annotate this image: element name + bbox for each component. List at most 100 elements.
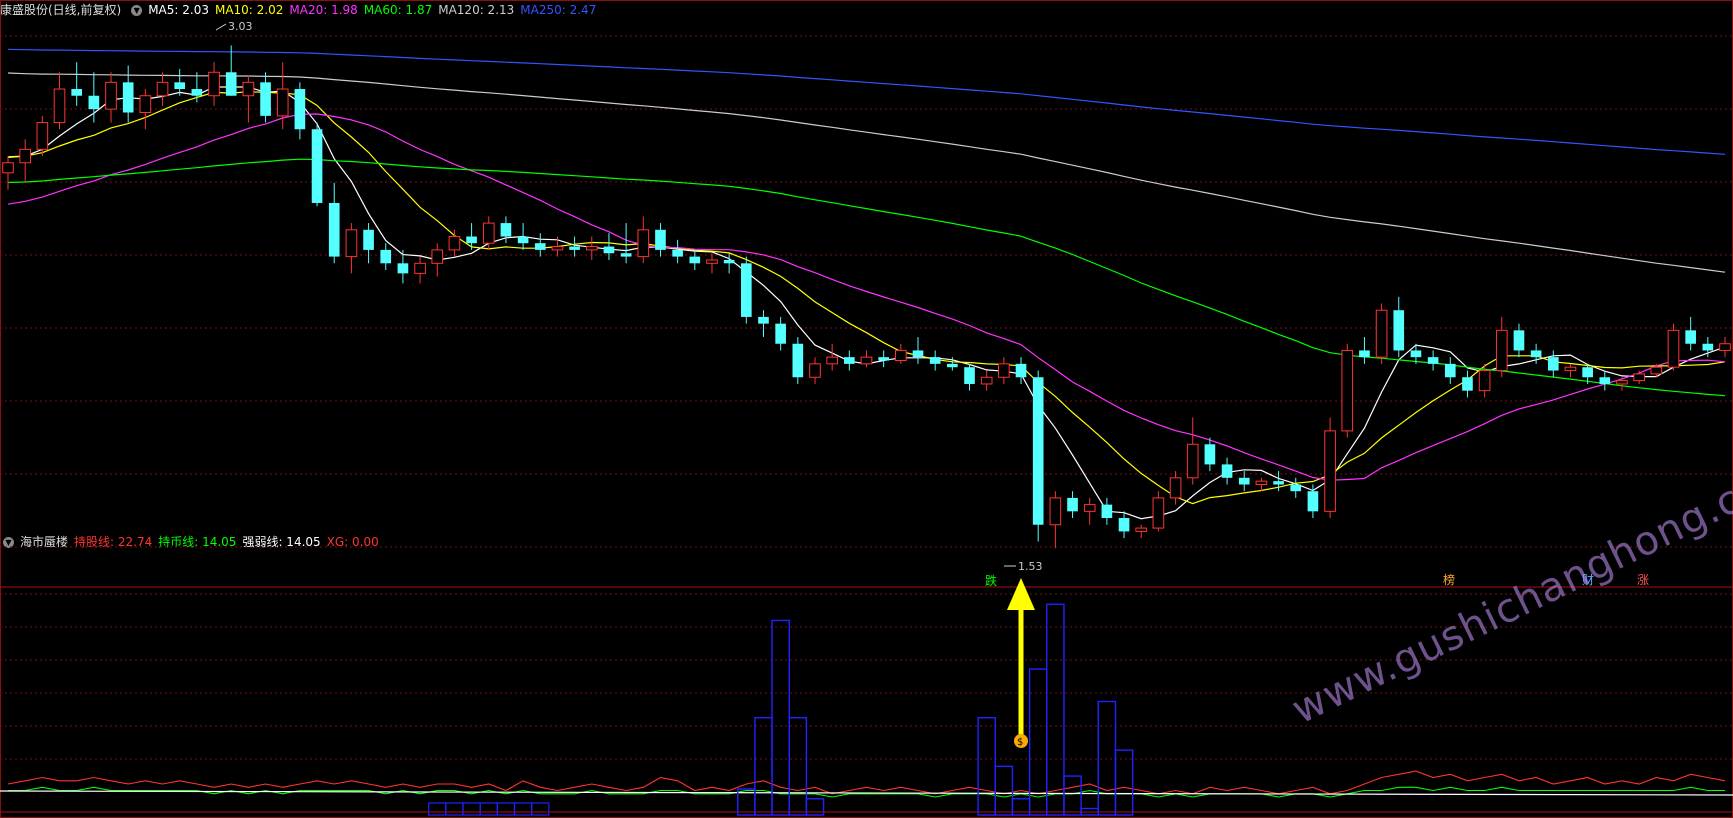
signal-zhang: 涨 [1637,572,1649,587]
candle-body [980,376,993,385]
ma-line-5 [7,86,1726,520]
candle-body [551,246,564,251]
candle-body [1341,349,1354,432]
candle-body [448,235,461,251]
candle-body [1410,350,1422,358]
strength-line [0,790,1733,796]
candle-body [1547,357,1559,371]
candle-body [603,246,615,254]
high-label: 3.03 [228,20,253,33]
candle-body [1650,366,1663,375]
candle-body [122,82,134,113]
ma-line-20 [7,113,1726,481]
chart-canvas: 3.03 1.53 跌 榜 财 涨 $ [0,0,1733,818]
stock-chart-window: 康盛股份(日线,前复权) ▼ MA5: 2.03 MA10: 2.02 MA20: 1.… [0,0,1733,818]
candle-body [637,229,650,258]
candle-body [431,249,444,264]
candle-body [1204,444,1216,465]
candle-body [1530,350,1542,358]
xg-bar [462,802,481,816]
candle-body [225,72,237,96]
candle-body [534,243,546,250]
candle-body [1324,430,1336,512]
candle-body [19,148,31,164]
candle-body [414,262,426,274]
candle-body [1582,367,1593,378]
xg-bar [1046,603,1065,816]
candle-body [1702,343,1714,351]
indicator-series [0,770,1733,798]
candle-body [1032,377,1044,525]
candle-body [1667,329,1680,368]
candle-body [276,88,289,117]
candle-body [1015,363,1027,378]
candle-body [1186,443,1199,479]
candle-body [1513,330,1525,351]
candle-body [1238,477,1250,485]
candle-body [912,350,924,358]
candle-body [1273,481,1284,485]
xg-volume-bars [428,603,1134,816]
candle-body [242,81,255,97]
candle-body [1719,343,1731,351]
xg-bar [1114,749,1134,816]
candle-body [620,253,632,257]
candle-body [1564,366,1577,372]
candle-body [1290,484,1302,492]
signal-die: 跌 [985,573,997,588]
signal-bang: 榜 [1443,572,1455,587]
candle-body [1685,330,1696,344]
candle-body [1616,380,1628,385]
candle-body [929,357,941,364]
candle-body [397,263,409,274]
candle-body [1478,370,1491,392]
candle-body [1393,310,1405,351]
candle-body [706,259,718,264]
candle-body [723,259,735,264]
arrow-badge: $ [1017,737,1023,748]
xg-bar [428,802,447,816]
candle-body [775,323,786,344]
candle-body [1067,497,1078,512]
candle-body [947,363,958,368]
candle-body [1359,350,1370,358]
candle-body [740,263,752,317]
candle-body [1221,464,1233,478]
candle-body [500,223,512,237]
candle-body [53,88,66,124]
candle-body [517,236,529,244]
candle-body [328,202,340,257]
xg-bar [994,765,1014,816]
candle-body [1633,373,1645,382]
candle-body [482,222,495,244]
candle-body [672,249,683,257]
candle-body [1255,480,1268,486]
candle-body [380,249,392,264]
candle-body [895,349,907,362]
candle-body [139,95,152,113]
candle-body [844,357,855,364]
ma-line-10 [7,91,1726,505]
candle-body [998,363,1010,378]
candle-body [1083,504,1096,512]
candle-body [1495,329,1508,372]
candle-body [36,122,49,150]
candle-body [585,246,598,251]
xg-bar [754,717,773,816]
candle-body [792,343,804,378]
candle-body [1375,309,1388,358]
candle-body [878,357,889,361]
candle-body [1118,518,1130,532]
candle-body [156,81,169,97]
candlestick-series [2,45,1731,549]
candle-body [311,129,323,203]
xg-bar [1097,700,1117,816]
candle-body [1169,477,1182,499]
xg-bar [805,798,825,816]
candle-body [569,246,580,250]
candle-body [1427,357,1439,364]
candle-body [1135,527,1148,532]
frame [0,0,1733,818]
xg-bar [1011,798,1031,816]
high-pointer [215,23,227,31]
